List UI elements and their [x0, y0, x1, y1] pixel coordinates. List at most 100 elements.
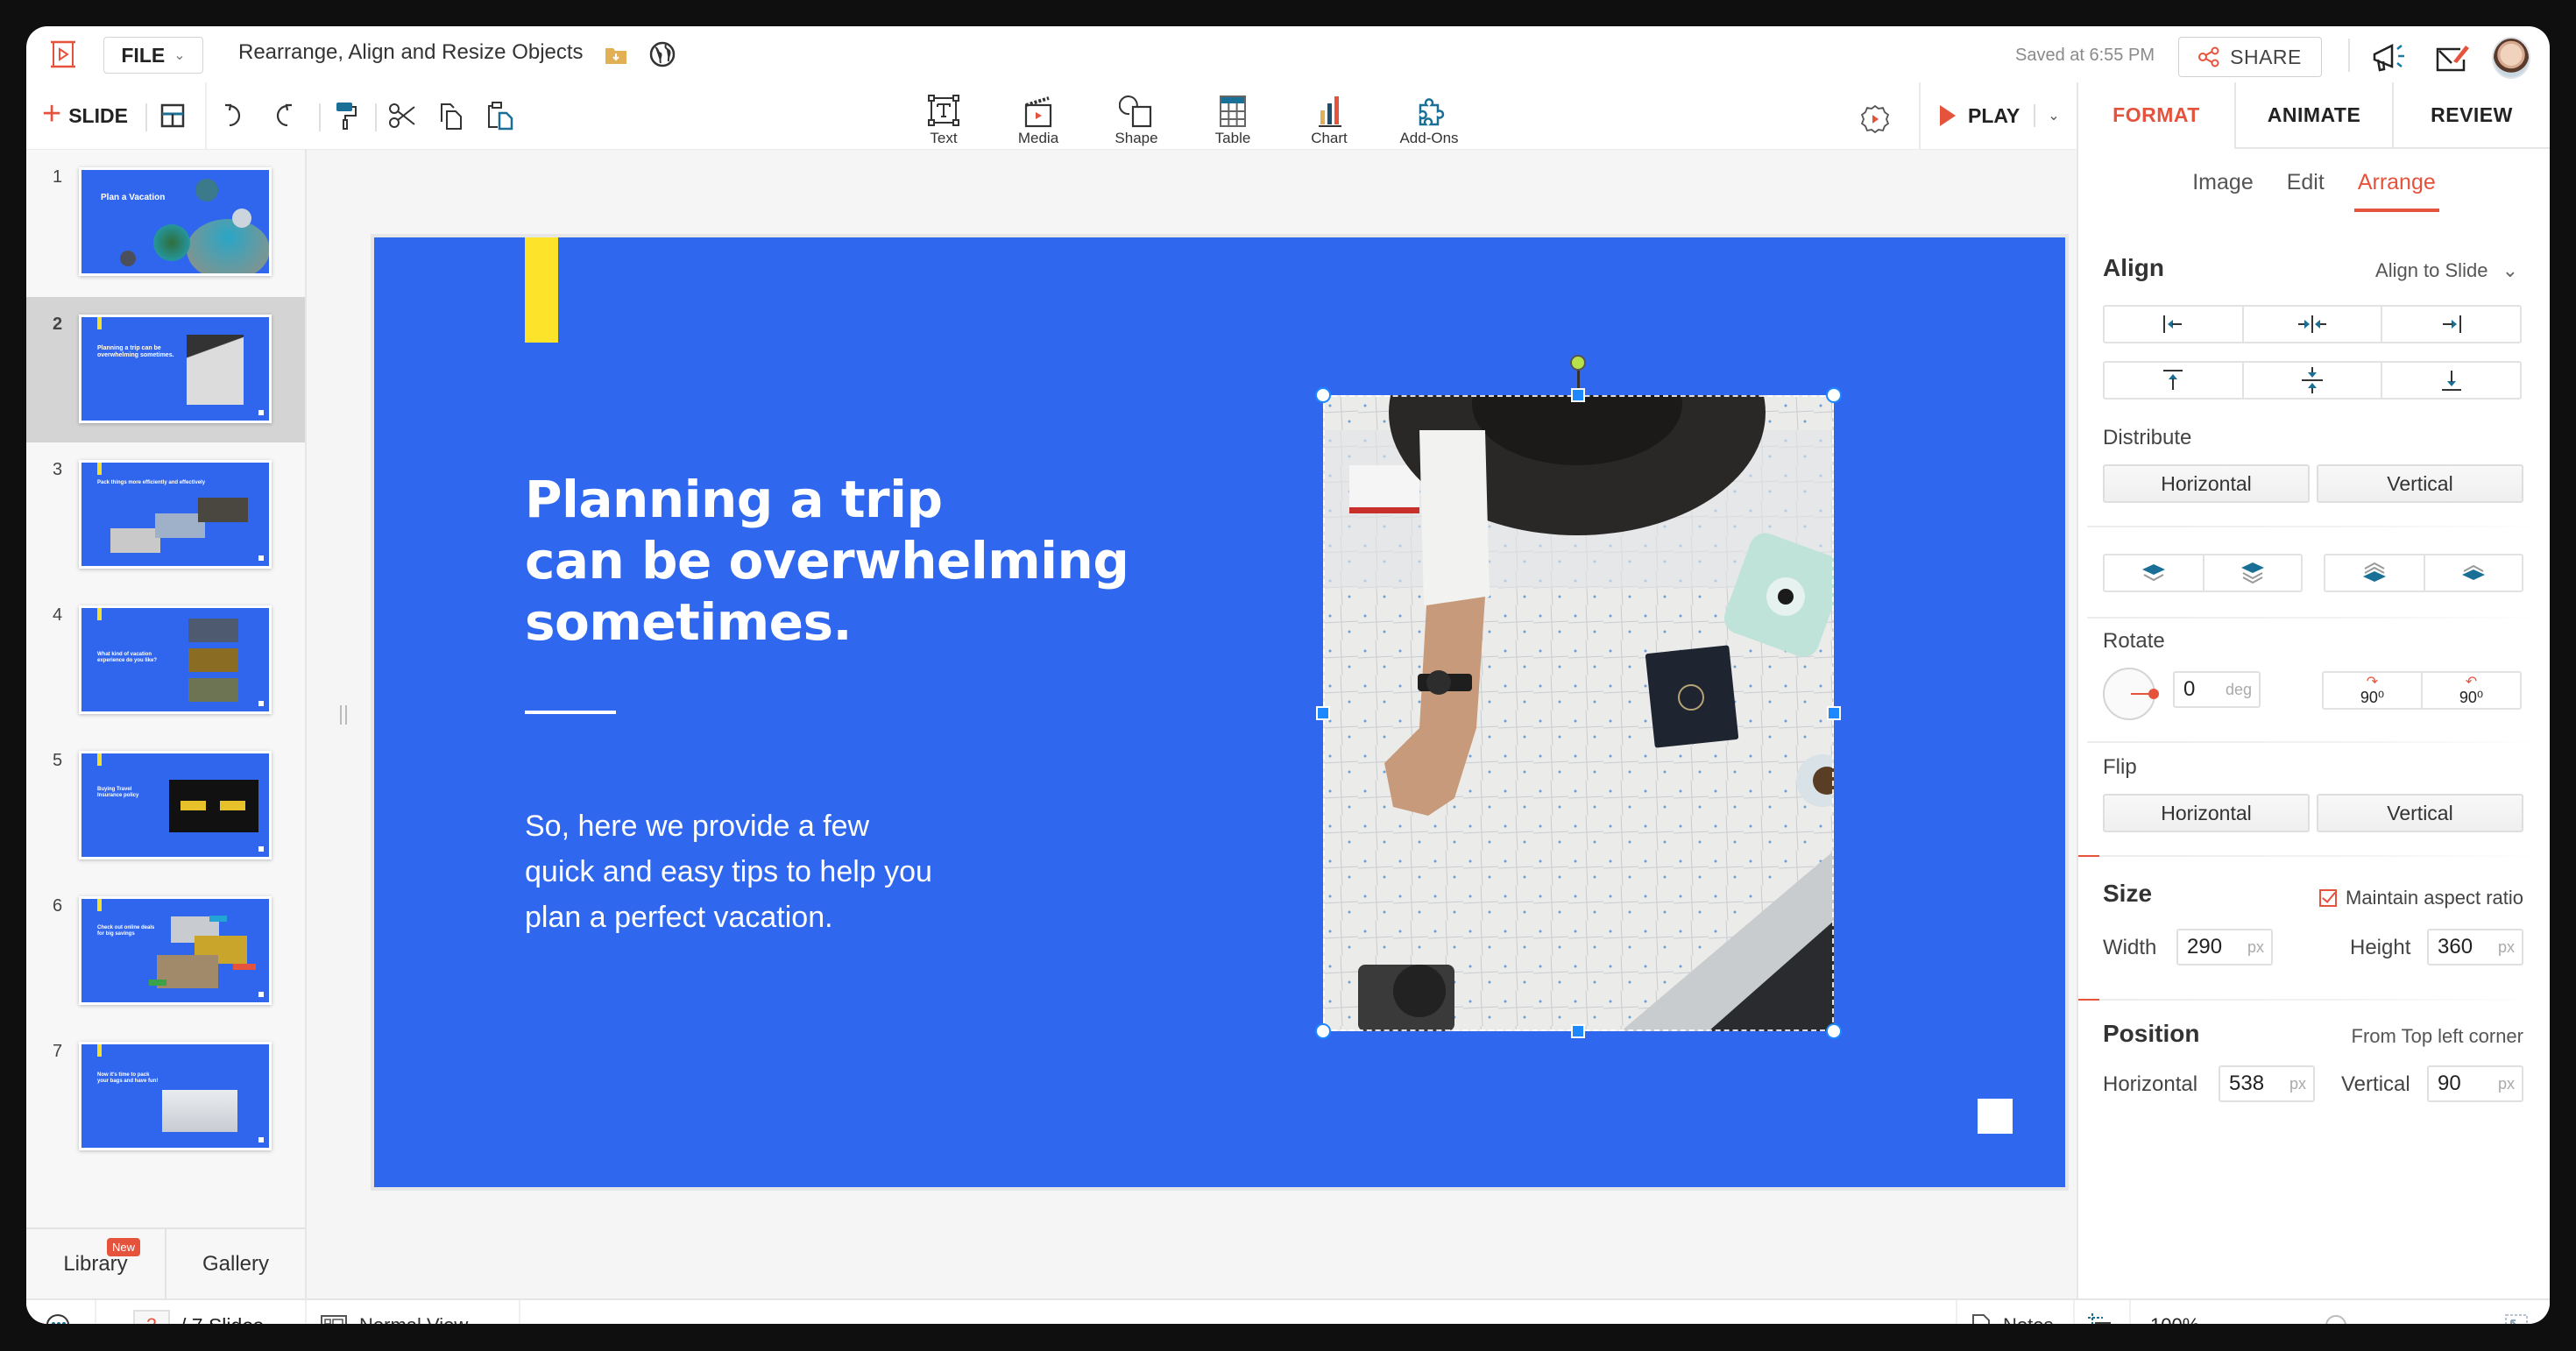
- divider-line[interactable]: [525, 711, 616, 714]
- height-input[interactable]: 360 px: [2427, 929, 2523, 966]
- resize-handle-bottom[interactable]: [1571, 1024, 1585, 1038]
- resize-handle-left[interactable]: [1316, 706, 1330, 720]
- layout-button[interactable]: [158, 100, 188, 131]
- rotate-handle[interactable]: [1570, 355, 1586, 371]
- notes-icon: [1972, 1314, 1990, 1324]
- rotation-input[interactable]: 0 deg: [2173, 671, 2261, 708]
- subtab-arrange[interactable]: Arrange: [2353, 170, 2439, 212]
- comments-button[interactable]: [44, 1300, 75, 1324]
- resize-handle-top-right[interactable]: [1826, 387, 1842, 403]
- share-button[interactable]: SHARE: [2178, 37, 2322, 77]
- subtab-edit[interactable]: Edit: [2283, 170, 2328, 205]
- cut-button[interactable]: [387, 100, 417, 131]
- tab-format[interactable]: FORMAT: [2078, 82, 2234, 149]
- insert-media-button[interactable]: Media: [999, 95, 1078, 147]
- rotate-counterclockwise-button[interactable]: ↶ 90⁰: [2421, 673, 2520, 708]
- bring-forward-button[interactable]: [2424, 555, 2522, 591]
- send-to-back-icon: [2241, 562, 2264, 584]
- selected-image[interactable]: [1323, 395, 1834, 1031]
- fullscreen-button[interactable]: [2504, 1300, 2529, 1324]
- resize-handle-top[interactable]: [1571, 388, 1585, 402]
- notes-button[interactable]: Notes: [1971, 1300, 2053, 1324]
- rotation-dial[interactable]: [2103, 668, 2159, 720]
- insert-text-button[interactable]: Text: [904, 95, 983, 147]
- rotate-ccw-icon: ↶: [2465, 675, 2478, 690]
- format-painter-button[interactable]: [331, 100, 361, 131]
- dial-knob[interactable]: [2148, 689, 2159, 699]
- tab-animate[interactable]: ANIMATE: [2234, 82, 2392, 149]
- slide-thumbnail-7[interactable]: 7 Now it's time to pack your bags and ha…: [26, 1024, 305, 1170]
- current-page-input[interactable]: 2: [133, 1310, 170, 1324]
- bring-to-front-button[interactable]: [2325, 555, 2424, 591]
- current-slide[interactable]: Planning a trip can be overwhelming some…: [374, 237, 2065, 1187]
- copy-button[interactable]: [436, 100, 466, 131]
- slide-thumbnail-5[interactable]: 5 Buying Travel Insurance policy: [26, 733, 305, 879]
- tab-review[interactable]: REVIEW: [2392, 82, 2550, 149]
- resize-handle-bottom-left[interactable]: [1315, 1023, 1331, 1039]
- insert-chart-button[interactable]: Chart: [1290, 95, 1369, 147]
- align-to-dropdown[interactable]: Align to Slide ⌄: [2375, 259, 2518, 282]
- file-menu-button[interactable]: FILE ⌄: [103, 37, 203, 74]
- view-mode-dropdown[interactable]: Normal View ⌄: [321, 1300, 491, 1324]
- redo-button[interactable]: [268, 100, 298, 131]
- subtab-image[interactable]: Image: [2189, 170, 2256, 205]
- maintain-aspect-checkbox[interactable]: Maintain aspect ratio: [2319, 887, 2523, 909]
- decorative-square[interactable]: [1978, 1099, 2013, 1134]
- thumbnail-title: Now it's time to pack your bags and have…: [97, 1072, 159, 1084]
- play-button[interactable]: PLAY: [1940, 104, 2020, 128]
- panel-resize-handle[interactable]: [340, 705, 347, 725]
- divider: [205, 82, 207, 149]
- play-settings-icon[interactable]: [1859, 103, 1891, 135]
- divider: [519, 1300, 520, 1324]
- zoom-slider-thumb[interactable]: [2325, 1315, 2346, 1324]
- slide-thumbnail-6[interactable]: 6 Check out online deals for big savings: [26, 879, 305, 1024]
- send-to-back-button[interactable]: [2203, 555, 2301, 591]
- insert-table-button[interactable]: Table: [1193, 95, 1272, 147]
- library-button[interactable]: Library New: [26, 1229, 165, 1299]
- slide-headline[interactable]: Planning a trip can be overwhelming some…: [525, 469, 1129, 653]
- undo-button[interactable]: [219, 100, 249, 131]
- resize-handle-right[interactable]: [1827, 706, 1841, 720]
- align-center-button[interactable]: [2241, 307, 2381, 342]
- slide-body-text[interactable]: So, here we provide a few quick and easy…: [525, 803, 932, 940]
- folder-icon[interactable]: [605, 46, 627, 65]
- position-vertical-input[interactable]: 90 px: [2427, 1065, 2523, 1102]
- flip-horizontal-button[interactable]: Horizontal: [2103, 794, 2310, 832]
- width-input[interactable]: 290 px: [2176, 929, 2273, 966]
- flip-vertical-button[interactable]: Vertical: [2317, 794, 2523, 832]
- slide-thumbnail-2[interactable]: 2 Planning a trip can be overwhelming so…: [26, 297, 305, 442]
- fit-to-window-button[interactable]: [2087, 1300, 2112, 1324]
- align-middle-button[interactable]: [2241, 363, 2381, 398]
- align-right-icon: [2442, 315, 2461, 333]
- megaphone-icon[interactable]: [2371, 40, 2408, 74]
- align-bottom-button[interactable]: [2381, 363, 2520, 398]
- align-top-button[interactable]: [2105, 363, 2242, 398]
- distribute-horizontal-button[interactable]: Horizontal: [2103, 464, 2310, 503]
- position-horizontal-input[interactable]: 538 px: [2219, 1065, 2315, 1102]
- file-menu-label: FILE: [121, 43, 166, 67]
- feedback-icon[interactable]: [2434, 42, 2471, 74]
- insert-shape-button[interactable]: Shape: [1097, 95, 1176, 147]
- slide-thumbnail-1[interactable]: 1 Plan a Vacation: [26, 150, 305, 295]
- rotate-clockwise-button[interactable]: ↷ 90⁰: [2324, 673, 2421, 708]
- resize-handle-top-left[interactable]: [1315, 387, 1331, 403]
- width-unit: px: [2247, 937, 2264, 956]
- show-logo-icon[interactable]: [49, 40, 77, 68]
- distribute-vertical-button[interactable]: Vertical: [2317, 464, 2523, 503]
- align-left-button[interactable]: [2105, 307, 2242, 342]
- paste-button[interactable]: [485, 100, 515, 131]
- user-avatar[interactable]: [2492, 37, 2530, 79]
- globe-icon[interactable]: [648, 40, 676, 68]
- slide-thumbnail-4[interactable]: 4 What kind of vacation experience do yo…: [26, 588, 305, 733]
- accent-bar[interactable]: [525, 237, 558, 343]
- play-options-dropdown[interactable]: ⌄: [2048, 107, 2059, 124]
- share-icon: [2198, 46, 2219, 67]
- resize-handle-bottom-right[interactable]: [1826, 1023, 1842, 1039]
- insert-addons-button[interactable]: Add-Ons: [1390, 95, 1468, 147]
- slide-thumbnail-3[interactable]: 3 Pack things more efficiently and effec…: [26, 442, 305, 588]
- send-backward-button[interactable]: [2105, 555, 2203, 591]
- new-slide-button[interactable]: + SLIDE: [42, 97, 128, 133]
- document-title[interactable]: Rearrange, Align and Resize Objects: [238, 40, 584, 65]
- gallery-button[interactable]: Gallery: [165, 1229, 305, 1299]
- align-right-button[interactable]: [2381, 307, 2520, 342]
